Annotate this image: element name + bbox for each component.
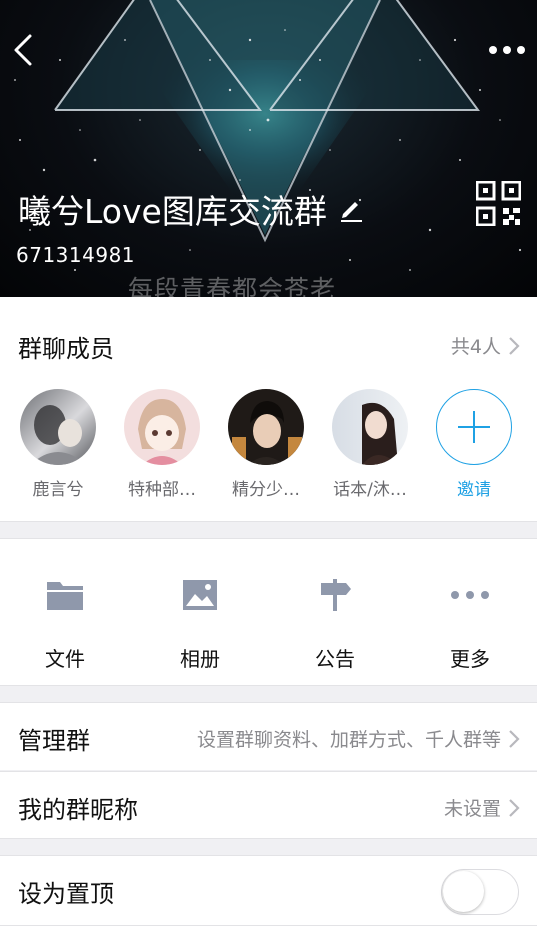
chevron-right-icon (509, 729, 520, 748)
more-dots-icon (448, 575, 492, 615)
tool-label: 相册 (180, 647, 220, 671)
members-section: 群聊成员 共4人 鹿言兮 特种部… 精分少… 话本/沐… 邀请 (0, 297, 537, 522)
signpost-icon (313, 575, 357, 615)
member-name: 精分少… (232, 480, 300, 500)
avatar (20, 389, 96, 465)
tool-label: 公告 (315, 647, 355, 671)
group-name-row: 曦兮Love图库交流群 (18, 185, 363, 233)
plus-icon (458, 411, 490, 443)
manage-group-value-wrap: 设置群聊资料、加群方式、千人群等 (197, 725, 521, 752)
manage-group-label: 管理群 (18, 727, 90, 755)
invite-circle (436, 389, 512, 465)
member-item[interactable]: 鹿言兮 (13, 389, 103, 500)
pin-to-top-toggle[interactable] (441, 869, 519, 915)
qr-code-button[interactable] (475, 180, 522, 227)
next-row-partial (0, 925, 537, 938)
member-item[interactable]: 特种部… (117, 389, 207, 500)
announcement-button[interactable]: 公告 (285, 575, 385, 672)
group-nickname-row[interactable]: 我的群昵称 未设置 (0, 771, 537, 839)
tool-label: 更多 (450, 647, 490, 671)
files-button[interactable]: 文件 (15, 575, 115, 672)
group-name: 曦兮Love图库交流群 (18, 192, 327, 231)
group-nickname-value-wrap: 未设置 (444, 794, 521, 821)
avatar (228, 389, 304, 465)
group-nickname-label: 我的群昵称 (18, 796, 138, 824)
photo-icon (178, 575, 222, 615)
member-name: 话本/沐… (333, 480, 407, 500)
manage-group-row[interactable]: 管理群 设置群聊资料、加群方式、千人群等 (0, 702, 537, 770)
invite-button[interactable]: 邀请 (429, 389, 519, 500)
pin-to-top-row: 设为置顶 (0, 855, 537, 925)
back-button[interactable] (8, 30, 40, 70)
group-motto: 每段青春都会苍老 (128, 275, 337, 297)
tool-label: 文件 (45, 647, 85, 671)
member-name: 鹿言兮 (32, 480, 84, 500)
more-tools-button[interactable]: 更多 (420, 575, 520, 672)
group-tools-section: 文件 相册 公告 更多 (0, 538, 537, 686)
invite-label: 邀请 (457, 480, 491, 500)
manage-group-value: 设置群聊资料、加群方式、千人群等 (196, 729, 501, 751)
member-item[interactable]: 话本/沐… (325, 389, 415, 500)
chevron-right-icon (509, 336, 520, 355)
pin-to-top-label: 设为置顶 (18, 880, 114, 908)
member-item[interactable]: 精分少… (221, 389, 311, 500)
member-name: 特种部… (128, 480, 196, 500)
avatar (332, 389, 408, 465)
edit-pencil-icon[interactable] (339, 195, 363, 223)
folder-icon (43, 575, 87, 615)
group-header-banner: 曦兮Love图库交流群 671314981 每段青春都会苍老 (0, 0, 537, 297)
group-id: 671314981 (16, 243, 136, 267)
members-count: 共4人 (450, 336, 501, 358)
status-bar (0, 0, 537, 8)
chevron-left-icon (14, 34, 32, 66)
more-horizontal-icon (489, 46, 525, 54)
more-options-button[interactable] (487, 34, 527, 66)
group-nickname-value: 未设置 (443, 798, 501, 820)
members-title: 群聊成员 (18, 335, 114, 363)
toggle-knob (443, 871, 484, 912)
album-button[interactable]: 相册 (150, 575, 250, 672)
chevron-right-icon (509, 798, 520, 817)
qr-code-icon (475, 180, 522, 227)
members-count-link[interactable]: 共4人 (451, 332, 521, 359)
avatar (124, 389, 200, 465)
